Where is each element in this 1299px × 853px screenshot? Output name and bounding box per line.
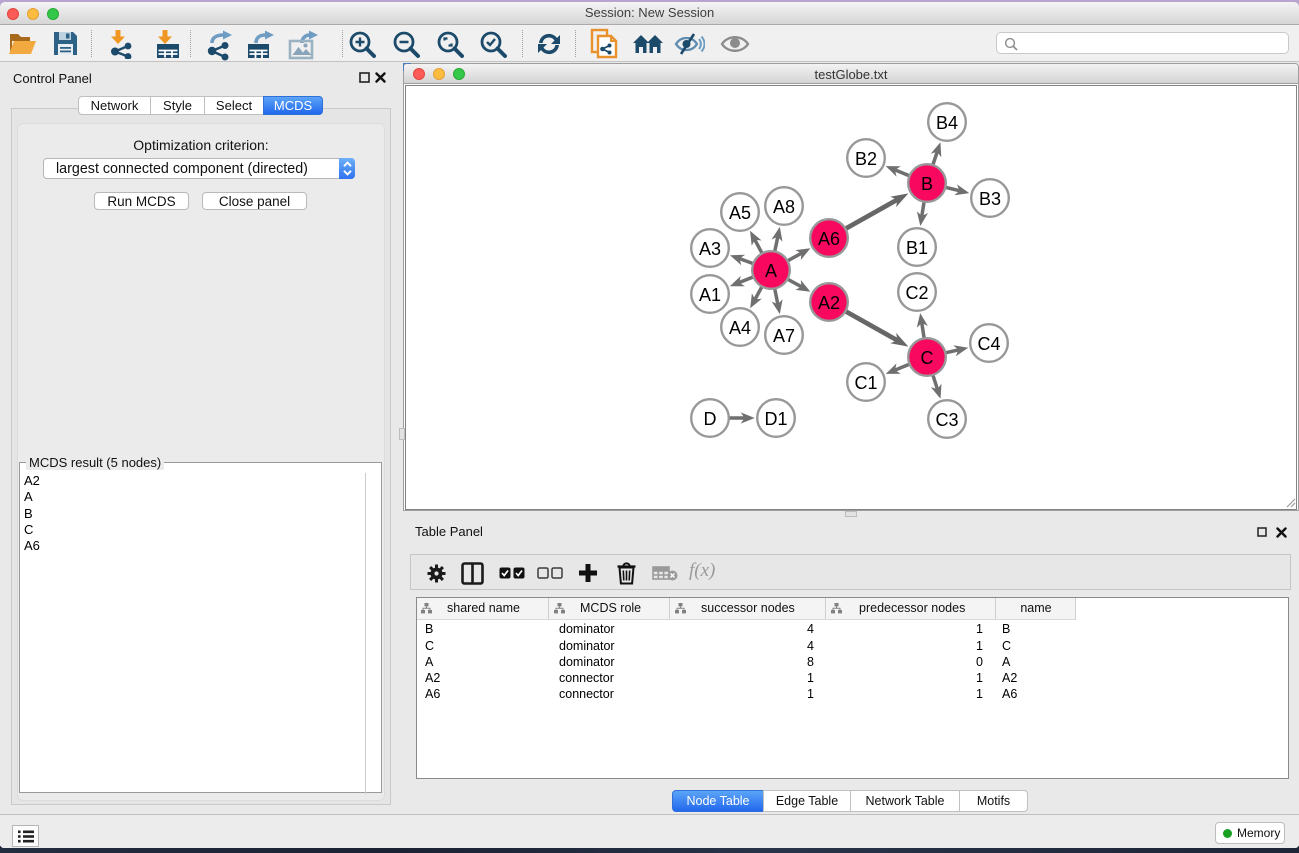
svg-text:A7: A7 xyxy=(773,326,795,346)
svg-text:A: A xyxy=(765,261,777,281)
svg-text:C2: C2 xyxy=(905,283,928,303)
svg-text:B1: B1 xyxy=(906,238,928,258)
svg-text:A3: A3 xyxy=(699,239,721,259)
svg-text:B4: B4 xyxy=(936,113,958,133)
svg-text:C3: C3 xyxy=(935,410,958,430)
svg-text:A8: A8 xyxy=(773,197,795,217)
svg-text:A5: A5 xyxy=(729,203,751,223)
svg-text:B3: B3 xyxy=(979,189,1001,209)
svg-text:A2: A2 xyxy=(818,293,840,313)
svg-text:A4: A4 xyxy=(729,318,751,338)
svg-text:A1: A1 xyxy=(699,285,721,305)
svg-text:D1: D1 xyxy=(764,409,787,429)
svg-text:C4: C4 xyxy=(977,334,1000,354)
svg-text:D: D xyxy=(704,409,717,429)
svg-text:C1: C1 xyxy=(854,373,877,393)
svg-text:B2: B2 xyxy=(855,149,877,169)
svg-text:A6: A6 xyxy=(818,229,840,249)
svg-text:C: C xyxy=(921,348,934,368)
svg-text:B: B xyxy=(921,174,933,194)
